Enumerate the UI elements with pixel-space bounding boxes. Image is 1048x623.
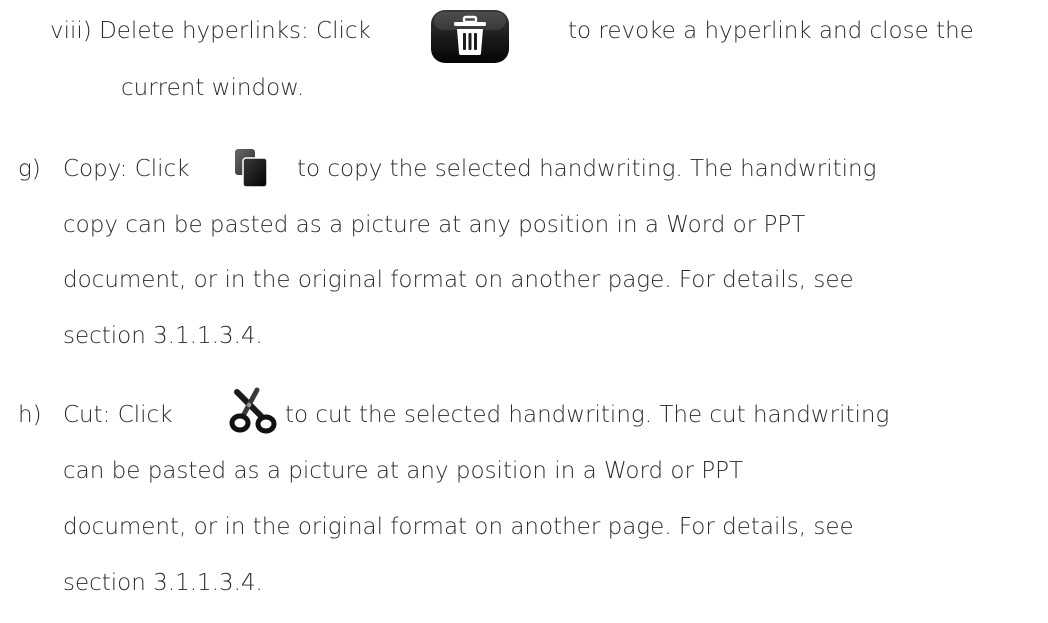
cut-text-after: to cut the selected handwriting. The cut… — [285, 402, 890, 428]
cut-text-line2: can be pasted as a picture at any positi… — [63, 458, 744, 484]
scissors-icon — [229, 387, 277, 434]
copy-icon — [235, 149, 268, 188]
delete-hyperlinks-text-after: to revoke a hyperlink and close the — [568, 18, 974, 44]
copy-text-after: to copy the selected handwriting. The ha… — [297, 156, 877, 182]
copy-text-line3: document, or in the original format on a… — [63, 267, 854, 293]
cut-text-line3: document, or in the original format on a… — [63, 514, 854, 540]
cut-text-before: Cut: Click — [63, 402, 173, 428]
delete-hyperlinks-text-before: viii) Delete hyperlinks: Click — [50, 18, 371, 44]
copy-marker: g) — [18, 156, 41, 182]
copy-text-line4: section 3.1.1.3.4. — [63, 323, 263, 349]
copy-text-line2: copy can be pasted as a picture at any p… — [63, 212, 806, 238]
copy-text-before: Copy: Click — [63, 156, 190, 182]
delete-hyperlinks-text-line2: current window. — [121, 75, 305, 101]
cut-marker: h) — [18, 402, 42, 428]
cut-text-line4: section 3.1.1.3.4. — [63, 570, 263, 596]
trash-can-icon — [431, 10, 509, 63]
